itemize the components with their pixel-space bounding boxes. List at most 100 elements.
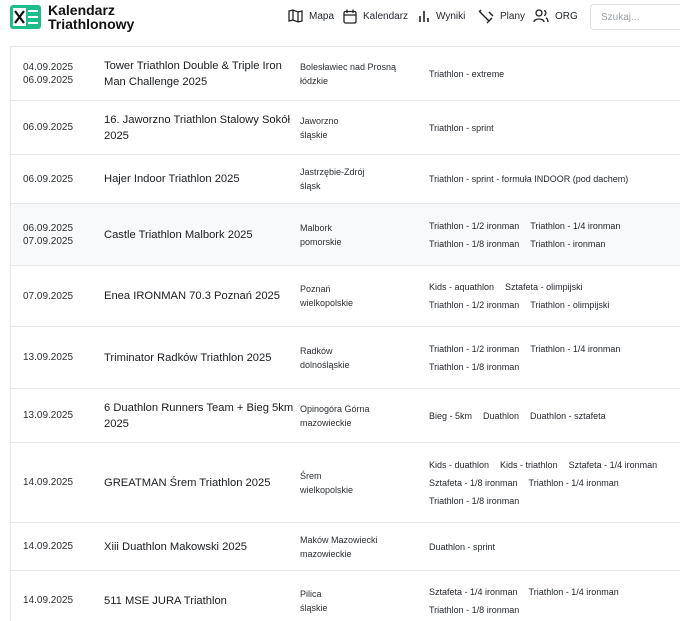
category-line: Duathlon - sprint [426,538,680,556]
event-name[interactable]: Castle Triathlon Malbork 2025 [104,204,294,265]
category-line: Triathlon - sprint - formuła INDOOR (pod… [426,170,680,188]
nav-org[interactable]: ORG [533,9,578,23]
category-tag[interactable]: Sztafeta - 1/4 ironman [566,459,661,471]
event-row[interactable]: 14.09.2025 Xiii Duathlon Makowski 2025 Mak… [11,523,680,571]
category-tag[interactable]: Triathlon - 1/4 ironman [527,220,623,232]
event-categories: Duathlon - sprint [426,523,680,570]
event-row[interactable]: 07.09.2025 Enea IRONMAN 70.3 Poznań 2025 P… [11,266,680,327]
event-place: Pilica [300,588,322,599]
category-tag[interactable]: Sztafeta - olimpijski [502,281,586,293]
nav-wyniki[interactable]: Wyniki [418,9,465,23]
category-line: Triathlon - 1/8 ironman Triathlon - ironm… [426,235,680,253]
nav-mapa[interactable]: Mapa [288,9,334,23]
event-dates: 14.09.2025 [23,571,103,621]
event-location: Opinogóra Górna mazowieckie [300,389,420,442]
nav-kalendarz-label: Kalendarz [363,11,409,22]
event-date: 06.09.2025 [23,122,74,133]
event-location: Radków dolnośląskie [300,327,420,388]
category-tag[interactable]: Triathlon - 1/8 ironman [426,604,522,616]
category-tag[interactable]: Bieg - 5km [426,410,475,422]
event-row[interactable]: 13.09.2025 Triminator Radków Triathlon 20… [11,327,680,389]
category-line: Triathlon - 1/2 ironman Triathlon - 1/4 i… [426,340,680,358]
event-row[interactable]: 06.09.2025 Hajer Indoor Triathlon 2025 Jas… [11,155,680,204]
event-name[interactable]: Triminator Radków Triathlon 2025 [104,327,294,388]
event-date: 06.09.2025 [23,222,74,234]
event-table: 04.09.2025 06.09.2025 Tower Triathlon Doub… [10,46,680,621]
event-name[interactable]: Xiii Duathlon Makowski 2025 [104,523,294,570]
category-tag[interactable]: Triathlon - 1/4 ironman [526,586,622,598]
category-line: Kids - duathlon Kids - triathlon Sztafeta … [426,456,680,474]
event-row[interactable]: 14.09.2025 GREATMAN Śrem Triathlon 2025 Śr… [11,443,680,523]
category-tag[interactable]: Duathlon [480,410,522,422]
event-name[interactable]: 16. Jaworzno Triathlon Stalowy Sokół 202… [104,101,294,154]
event-region: pomorskie [300,236,342,247]
category-tag[interactable]: Sztafeta - 1/8 ironman [426,477,521,489]
category-tag[interactable]: Triathlon - 1/4 ironman [527,343,623,355]
category-tag[interactable]: Triathlon - ironman [527,238,608,250]
event-location: Śrem wielkopolskie [300,443,420,522]
event-location: Jaworzno śląskie [300,101,420,154]
event-date: 14.09.2025 [23,595,74,606]
bar-chart-icon [419,11,429,22]
event-location: Pilica śląskie [300,571,420,621]
event-region: dolnośląskie [300,359,350,370]
event-date: 04.09.2025 [23,61,74,73]
event-name[interactable]: GREATMAN Śrem Triathlon 2025 [104,443,294,522]
event-name[interactable]: Enea IRONMAN 70.3 Poznań 2025 [104,266,294,326]
category-tag[interactable]: Duathlon - sztafeta [527,410,609,422]
event-row[interactable]: 06.09.2025 16. Jaworzno Triathlon Stalowy… [11,101,680,155]
category-tag[interactable]: Triathlon - olimpijski [527,299,612,311]
event-categories: Bieg - 5km Duathlon Duathlon - sztafeta [426,389,680,442]
category-tag[interactable]: Triathlon - extreme [426,68,507,80]
event-region: wielkopolskie [300,484,354,495]
event-row[interactable]: 14.09.2025 511 MSE JURA Triathlon Pilica śl… [11,571,680,621]
event-categories: Triathlon - sprint - formuła INDOOR (pod… [426,155,680,203]
event-name[interactable]: 6 Duathlon Runners Team + Bieg 5km 2025 [104,389,294,442]
event-date: 06.09.2025 [23,74,74,86]
event-region: mazowieckie [300,548,352,559]
category-tag[interactable]: Triathlon - 1/8 ironman [426,495,522,507]
event-row[interactable]: 13.09.2025 6 Duathlon Runners Team + Bieg… [11,389,680,443]
map-icon [288,9,303,23]
category-tag[interactable]: Kids - aquathlon [426,281,497,293]
event-region: wielkopolskie [300,298,354,308]
category-tag[interactable]: Triathlon - 1/8 ironman [426,238,522,250]
category-tag[interactable]: Kids - duathlon [426,459,492,471]
category-tag[interactable]: Triathlon - sprint [426,122,497,134]
event-name[interactable]: 511 MSE JURA Triathlon [104,571,294,621]
category-tag[interactable]: Duathlon - sprint [426,541,498,553]
event-categories: Sztafeta - 1/4 ironman Triathlon - 1/4 ir… [426,571,680,621]
event-row[interactable]: 06.09.2025 07.09.2025 Castle Triathlon Mal… [11,204,680,266]
search-input[interactable] [590,4,680,30]
event-location: Maków Mazowiecki mazowieckie [300,523,420,570]
nav-plany[interactable]: Plany [478,9,525,24]
event-place: Radków [300,345,333,356]
category-line: Triathlon - extreme [426,65,680,83]
event-date: 07.09.2025 [23,235,74,247]
event-row[interactable]: 04.09.2025 06.09.2025 Tower Triathlon Doub… [11,47,680,101]
brand-name: Kalendarz Triathlonowy [48,3,134,31]
category-tag[interactable]: Triathlon - 1/2 ironman [426,343,522,355]
event-categories: Triathlon - extreme [426,47,680,100]
nav-mapa-label: Mapa [309,10,335,22]
brand-logo[interactable]: Kalendarz Triathlonowy [10,3,134,31]
category-tag[interactable]: Triathlon - sprint - formuła INDOOR (pod… [426,173,631,185]
event-place: Bolesławiec nad Prosną [300,61,397,72]
category-tag[interactable]: Triathlon - 1/2 ironman [426,220,522,232]
event-name[interactable]: Hajer Indoor Triathlon 2025 [104,155,294,203]
category-tag[interactable]: Triathlon - 1/2 ironman [426,299,522,311]
category-line: Triathlon - 1/2 ironman Triathlon - olimp… [426,296,680,314]
event-date: 07.09.2025 [23,290,74,302]
category-tag[interactable]: Triathlon - 1/4 ironman [526,477,622,489]
nav-plany-label: Plany [500,11,526,22]
event-date: 13.09.2025 [23,352,74,363]
nav-kalendarz[interactable]: Kalendarz [343,9,408,24]
category-tag[interactable]: Sztafeta - 1/4 ironman [426,586,521,598]
category-tag[interactable]: Kids - triathlon [497,459,561,471]
category-line: Sztafeta - 1/4 ironman Triathlon - 1/4 ir… [426,583,680,601]
brand-line-1: Kalendarz [48,2,115,18]
users-icon [533,9,549,23]
nav-org-label: ORG [555,10,578,22]
category-tag[interactable]: Triathlon - 1/8 ironman [426,361,522,373]
event-name[interactable]: Tower Triathlon Double & Triple Iron Man… [104,47,294,100]
